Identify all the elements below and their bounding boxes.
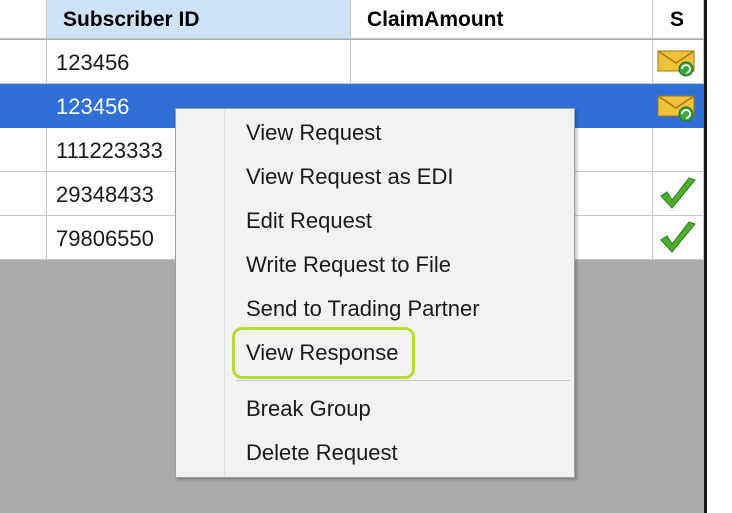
status-cell[interactable] <box>653 128 704 172</box>
claim-amount-cell[interactable] <box>351 40 653 84</box>
menu-item-write-request-to-file[interactable]: Write Request to File <box>246 248 451 282</box>
column-header-claim-amount[interactable]: ClaimAmount <box>351 0 653 39</box>
menu-item-break-group[interactable]: Break Group <box>246 392 371 426</box>
row-header-cell[interactable] <box>0 216 47 260</box>
context-menu: View Request View Request as EDI Edit Re… <box>175 108 575 478</box>
table-row[interactable]: 123456 <box>0 40 704 84</box>
checkmark-icon <box>660 221 696 253</box>
row-header-cell[interactable] <box>0 128 47 172</box>
highlight-outline <box>232 327 415 379</box>
column-header-status[interactable]: S <box>653 0 704 39</box>
envelope-refresh-icon <box>657 50 695 77</box>
grid-header: Subscriber ID ClaimAmount S <box>0 0 704 40</box>
menu-item-edit-request[interactable]: Edit Request <box>246 204 372 238</box>
row-header-cell[interactable] <box>0 40 47 84</box>
row-header-cell[interactable] <box>0 172 47 216</box>
menu-item-delete-request[interactable]: Delete Request <box>246 436 398 470</box>
menu-item-view-request-as-edi[interactable]: View Request as EDI <box>246 160 453 194</box>
column-header-blank[interactable] <box>0 0 47 39</box>
window-border <box>704 0 707 513</box>
subscriber-id-cell[interactable]: 123456 <box>47 40 351 84</box>
checkmark-icon <box>660 177 696 209</box>
menu-separator <box>236 380 570 381</box>
menu-icon-gutter <box>176 109 225 477</box>
column-header-subscriber-id[interactable]: Subscriber ID <box>47 0 351 39</box>
menu-item-view-request[interactable]: View Request <box>246 116 381 150</box>
menu-item-send-to-trading-partner[interactable]: Send to Trading Partner <box>246 292 480 326</box>
row-header-cell[interactable] <box>0 84 47 128</box>
envelope-refresh-icon <box>657 95 695 122</box>
